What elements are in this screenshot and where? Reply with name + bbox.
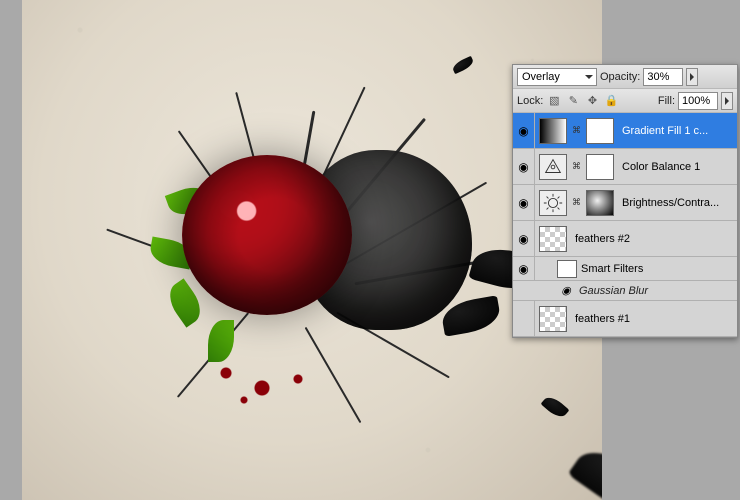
lock-position-icon[interactable]: ✥ [584,93,600,109]
fill-flyout-icon[interactable] [721,92,733,110]
filter-gaussian-blur[interactable]: ◉ Gaussian Blur [513,281,737,301]
fill-field[interactable]: 100% [678,92,718,110]
layer-feathers-1[interactable]: feathers #1 [513,301,737,337]
layer-gradient-fill-1[interactable]: ◉ ⌘ Gradient Fill 1 c... [513,113,737,149]
layers-panel: Overlay Opacity: 30% Lock: ▧ ✎ ✥ 🔒 Fill:… [512,64,738,338]
smart-filter-mask-thumbnail[interactable] [557,260,577,278]
layer-thumbnail[interactable] [539,154,567,180]
layer-feathers-2[interactable]: ◉ feathers #2 [513,221,737,257]
opacity-value: 30% [647,71,669,83]
lock-icons-group: ▧ ✎ ✥ 🔒 [546,93,619,109]
visibility-toggle-icon[interactable]: ◉ [518,262,528,276]
lock-fill-row: Lock: ▧ ✎ ✥ 🔒 Fill: 100% [513,89,737,113]
layer-mask-thumbnail[interactable] [586,118,614,144]
layer-thumbnail[interactable] [539,118,567,144]
visibility-toggle-icon[interactable]: ◉ [518,232,528,246]
opacity-flyout-icon[interactable] [686,68,698,86]
mask-link-icon[interactable]: ⌘ [571,197,582,208]
fill-label: Fill: [658,95,675,107]
visibility-toggle-icon[interactable]: ◉ [518,160,528,174]
layer-mask-thumbnail[interactable] [586,154,614,180]
layer-color-balance-1[interactable]: ◉ ⌘ Color Balance 1 [513,149,737,185]
mask-link-icon[interactable]: ⌘ [571,125,582,136]
smart-filters-row[interactable]: ◉ Smart Filters [513,257,737,281]
visibility-toggle-icon[interactable]: ◉ [518,124,528,138]
lock-all-icon[interactable]: 🔒 [603,93,619,109]
layer-name-label: Gradient Fill 1 c... [618,125,737,137]
layer-thumbnail[interactable] [539,306,567,332]
artwork [72,40,522,460]
layer-name-label: feathers #2 [571,233,737,245]
blend-opacity-row: Overlay Opacity: 30% [513,65,737,89]
layer-brightness-contrast[interactable]: ◉ ⌘ Brightness/Contra... [513,185,737,221]
mask-link-icon[interactable]: ⌘ [571,161,582,172]
layer-name-label: Color Balance 1 [618,161,737,173]
layers-list: ◉ ⌘ Gradient Fill 1 c... ◉ ⌘ Color Balan… [513,113,737,337]
visibility-toggle-icon[interactable]: ◉ [518,196,528,210]
blend-mode-select[interactable]: Overlay [517,68,597,86]
layer-name-label: feathers #1 [571,313,737,325]
layer-thumbnail[interactable] [539,226,567,252]
lock-pixels-icon[interactable]: ✎ [565,93,581,109]
opacity-label: Opacity: [600,71,640,83]
filter-name-label: Gaussian Blur [579,285,648,297]
layer-mask-thumbnail[interactable] [586,190,614,216]
lock-label: Lock: [517,95,543,107]
smart-filters-label: Smart Filters [581,263,643,275]
lock-transparent-icon[interactable]: ▧ [546,93,562,109]
layer-name-label: Brightness/Contra... [618,197,737,209]
opacity-field[interactable]: 30% [643,68,683,86]
blend-mode-value: Overlay [522,71,560,83]
fill-value: 100% [682,95,710,107]
layer-thumbnail[interactable] [539,190,567,216]
filter-visibility-icon[interactable]: ◉ [559,284,573,298]
